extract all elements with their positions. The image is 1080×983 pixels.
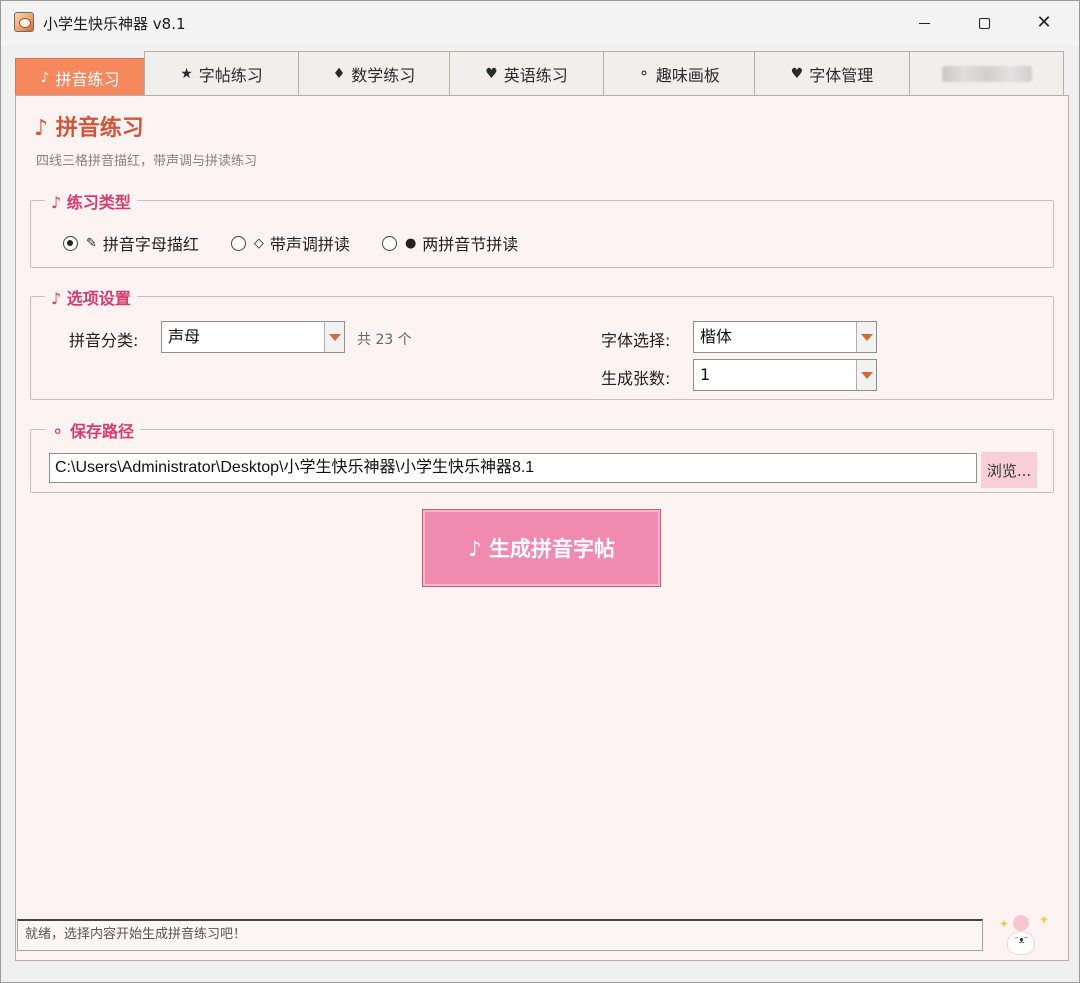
tab-fonts[interactable]: ♥ 字体管理	[754, 51, 910, 96]
app-icon	[14, 12, 34, 32]
page-subtitle: 四线三格拼音描红，带声调与拼读练习	[36, 154, 258, 169]
options-group: ♪ 选项设置 拼音分类: 声母 共 23 个 字体选择: 楷体 生成张数: 1	[30, 285, 1054, 400]
radio-unchecked-icon	[230, 235, 246, 251]
tab-label: 字体管理	[809, 66, 874, 85]
page-title: ♪ 拼音练习	[34, 116, 144, 141]
tab-drawing[interactable]: ⚬ 趣味画板	[603, 51, 755, 96]
close-button[interactable]: ✕	[1014, 1, 1074, 45]
dropdown-arrow-icon[interactable]	[856, 360, 876, 390]
tab-label: 字帖练习	[198, 66, 263, 85]
sheets-value: 1	[700, 365, 711, 384]
heart-icon: ♥	[790, 66, 804, 82]
font-select[interactable]: 楷体	[693, 321, 877, 353]
tab-copybook[interactable]: ★ 字帖练习	[144, 51, 299, 96]
app-window: 小学生快乐神器 v8.1 ✕ ♪ 拼音练习 ★ 字帖练习 ♦ 数学练习 ♥ 英语…	[0, 0, 1080, 983]
dot-icon: ●	[404, 235, 417, 251]
window-title: 小学生快乐神器 v8.1	[43, 15, 186, 33]
sheets-label: 生成张数:	[601, 369, 671, 388]
status-bar: 就绪，选择内容开始生成拼音练习吧！	[17, 919, 983, 951]
category-value: 声母	[168, 327, 201, 346]
tab-redacted[interactable]	[909, 51, 1064, 96]
radio-label: 拼音字母描红	[102, 235, 199, 254]
dropdown-arrow-icon[interactable]	[324, 322, 344, 352]
heart-icon: ♥	[485, 66, 498, 82]
tab-label: 数学练习	[351, 66, 416, 85]
tab-bar: ♪ 拼音练习 ★ 字帖练习 ♦ 数学练习 ♥ 英语练习 ⚬ 趣味画板 ♥ 字体管…	[15, 51, 1065, 96]
font-label: 字体选择:	[601, 331, 671, 350]
star-icon: ★	[180, 66, 193, 82]
tab-label: 英语练习	[503, 66, 568, 85]
circle-icon: ⚬	[638, 66, 650, 82]
practice-type-group: ♪ 练习类型 ✎ 拼音字母描红 ◇ 带声调拼读 ● 两拼音节拼读	[30, 189, 1054, 268]
radio-unchecked-icon	[381, 235, 397, 251]
save-path-title: ⚬ 保存路径	[45, 418, 140, 442]
radio-tones[interactable]: ◇ 带声调拼读	[230, 231, 350, 255]
pinyin-panel: ♪ 拼音练习 四线三格拼音描红，带声调与拼读练习 ♪ 练习类型 ✎ 拼音字母描红…	[15, 95, 1069, 961]
minimize-icon	[918, 22, 930, 24]
category-label: 拼音分类:	[69, 331, 139, 350]
generate-button[interactable]: ♪ 生成拼音字帖	[422, 509, 661, 587]
practice-type-title: ♪ 练习类型	[45, 189, 137, 213]
mascot-icon: ✦ ✦ ᵔᴥᵔ	[997, 907, 1053, 963]
diamond-icon: ♦	[332, 66, 346, 82]
count-text: 共 23 个	[357, 332, 412, 348]
radio-tracing[interactable]: ✎ 拼音字母描红	[63, 231, 199, 255]
pencil-icon: ✎	[86, 235, 97, 251]
radio-label: 两拼音节拼读	[422, 235, 519, 254]
maximize-button[interactable]	[954, 1, 1014, 45]
close-icon: ✕	[1036, 12, 1052, 33]
tab-math[interactable]: ♦ 数学练习	[298, 51, 450, 96]
save-path-group: ⚬ 保存路径 C:\Users\Administrator\Desktop\小学…	[30, 418, 1054, 493]
radio-syllables[interactable]: ● 两拼音节拼读	[381, 231, 519, 255]
sheets-select[interactable]: 1	[693, 359, 877, 391]
tab-label: 拼音练习	[55, 69, 120, 89]
practice-type-options: ✎ 拼音字母描红 ◇ 带声调拼读 ● 两拼音节拼读	[63, 231, 550, 255]
tab-english[interactable]: ♥ 英语练习	[449, 51, 604, 96]
minimize-button[interactable]	[894, 1, 954, 45]
tab-label: 趣味画板	[655, 66, 720, 85]
category-select[interactable]: 声母	[161, 321, 345, 353]
title-bar[interactable]: 小学生快乐神器 v8.1 ✕	[1, 1, 1079, 45]
diamond-outline-icon: ◇	[253, 235, 264, 251]
music-note-icon: ♪	[40, 69, 50, 86]
tab-pinyin[interactable]: ♪ 拼音练习	[15, 58, 145, 96]
options-title: ♪ 选项设置	[45, 285, 137, 309]
dropdown-arrow-icon[interactable]	[856, 322, 876, 352]
maximize-icon	[978, 17, 990, 29]
browse-button[interactable]: 浏览...	[981, 452, 1037, 488]
font-value: 楷体	[700, 327, 733, 346]
radio-checked-icon	[63, 235, 78, 251]
redacted-label	[941, 66, 1032, 82]
save-path-input[interactable]: C:\Users\Administrator\Desktop\小学生快乐神器\小…	[49, 453, 977, 483]
radio-label: 带声调拼读	[269, 235, 350, 254]
